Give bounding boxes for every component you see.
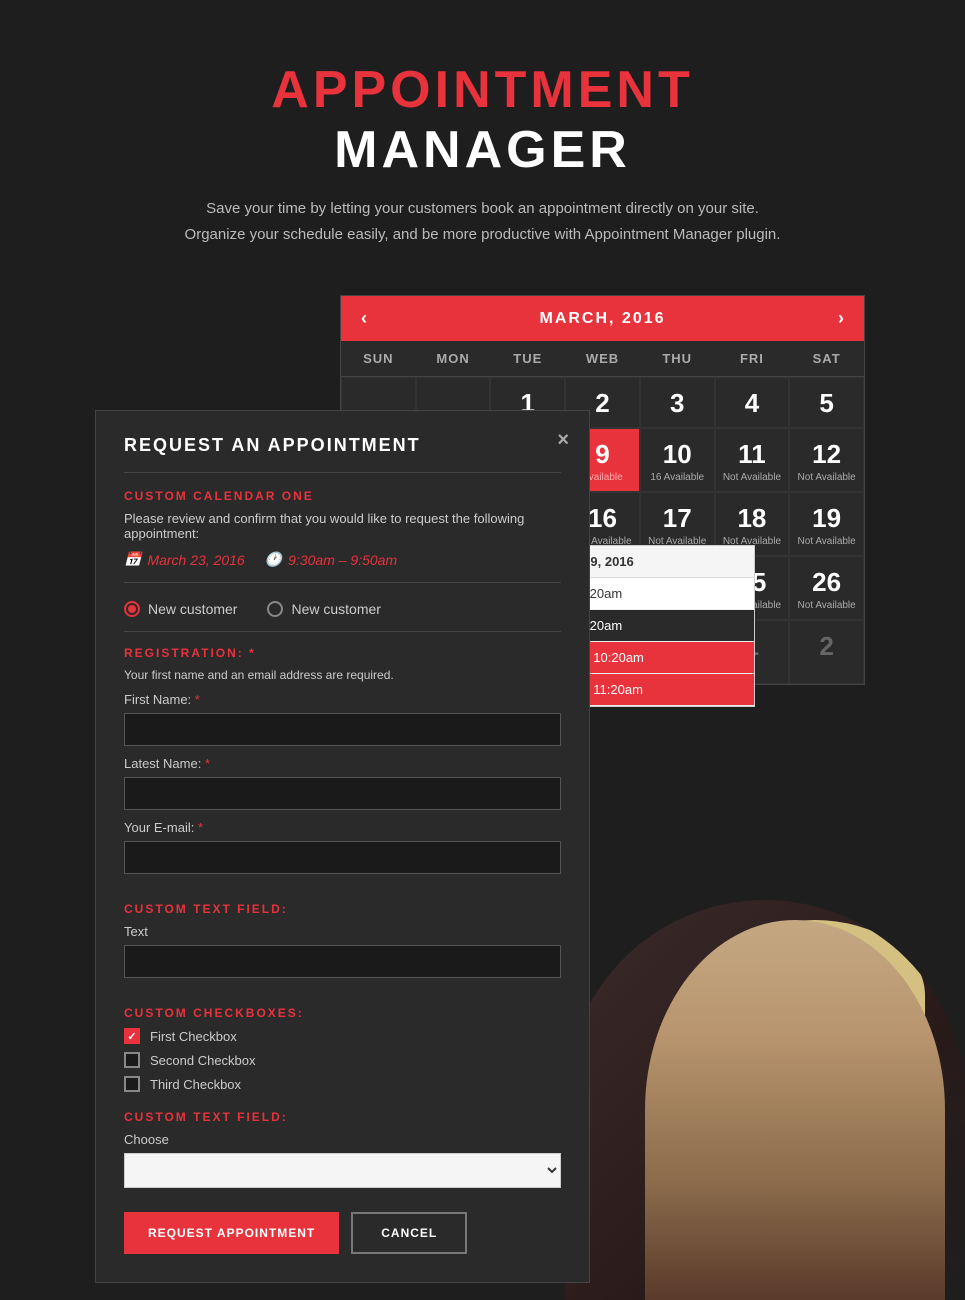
select-section-title: CUSTOM TEXT FIELD: [124, 1110, 561, 1124]
checkbox-label-1: First Checkbox [150, 1029, 237, 1044]
calendar-section-desc: Please review and confirm that you would… [124, 511, 561, 541]
day-sun: SUN [341, 341, 416, 376]
registration-section: REGISTRATION: * Your first name and an e… [124, 646, 561, 884]
request-appointment-button[interactable]: REQUEST APPOINTMENT [124, 1212, 339, 1254]
select-section: CUSTOM TEXT FIELD: Choose Option 1 Optio… [124, 1110, 561, 1188]
appointment-modal: REQUEST AN APPOINTMENT × CUSTOM CALENDAR… [95, 410, 590, 1283]
custom-text-input[interactable] [124, 945, 561, 978]
checkboxes-section: CUSTOM CHECKBOXES: First Checkbox Second… [124, 1006, 561, 1092]
checkbox-2[interactable] [124, 1052, 140, 1068]
email-label: Your E-mail: * [124, 820, 561, 835]
radio-btn-2[interactable] [267, 601, 283, 617]
last-name-input[interactable] [124, 777, 561, 810]
custom-select[interactable]: Option 1 Option 2 Option 3 [124, 1153, 561, 1188]
calendar-icon: 📅 [124, 551, 141, 568]
select-field-label: Choose [124, 1132, 561, 1147]
calendar-cell[interactable]: 2 [789, 620, 864, 684]
radio-new-customer-2[interactable]: New customer [267, 601, 380, 617]
calendar-cell[interactable]: 19Not Available [789, 492, 864, 556]
first-name-label: First Name: * [124, 692, 561, 707]
modal-title: REQUEST AN APPOINTMENT [124, 435, 561, 473]
appointment-date: 📅 March 23, 2016 [124, 551, 245, 568]
person-body [645, 920, 945, 1300]
checkbox-1[interactable] [124, 1028, 140, 1044]
calendar-month-label: MARCH, 2016 [539, 310, 665, 328]
calendar-cell[interactable]: 3 [640, 377, 715, 428]
checkbox-item-3[interactable]: Third Checkbox [124, 1076, 561, 1092]
checkbox-label-3: Third Checkbox [150, 1077, 241, 1092]
title-manager: MANAGER [334, 121, 631, 179]
last-name-label: Latest Name: * [124, 756, 561, 771]
custom-text-section: CUSTOM TEXT FIELD: Text [124, 902, 561, 988]
calendar-cell[interactable]: 26Not Available [789, 556, 864, 620]
calendar-cell[interactable]: 1016 Available [640, 428, 715, 492]
calendar-header: ‹ MARCH, 2016 › [341, 296, 864, 341]
day-wed: WEB [565, 341, 640, 376]
calendar-section-title: CUSTOM CALENDAR ONE [124, 489, 561, 503]
radio-new-customer-1[interactable]: New customer [124, 601, 237, 617]
radio-btn-1[interactable] [124, 601, 140, 617]
checkbox-3[interactable] [124, 1076, 140, 1092]
checkbox-label-2: Second Checkbox [150, 1053, 256, 1068]
background-person [565, 900, 965, 1300]
first-name-input[interactable] [124, 713, 561, 746]
page-header: APPOINTMENT MANAGER Save your time by le… [0, 0, 965, 277]
registration-note: Your first name and an email address are… [124, 668, 561, 682]
day-thu: THU [640, 341, 715, 376]
registration-section-title: REGISTRATION: * [124, 646, 561, 660]
calendar-cell[interactable]: 5 [789, 377, 864, 428]
calendar-cell[interactable]: 12Not Available [789, 428, 864, 492]
title-appointment: APPOINTMENT [271, 61, 693, 119]
checkboxes-section-title: CUSTOM CHECKBOXES: [124, 1006, 561, 1020]
cancel-button[interactable]: CANCEL [351, 1212, 467, 1254]
checkbox-item-2[interactable]: Second Checkbox [124, 1052, 561, 1068]
day-tue: TUE [490, 341, 565, 376]
appointment-time: 🕐 9:30am – 9:50am [265, 551, 397, 568]
calendar-days-header: SUN MON TUE WEB THU FRI SAT [341, 341, 864, 377]
modal-close-button[interactable]: × [557, 429, 569, 452]
header-subtitle: Save your time by letting your customers… [20, 196, 945, 247]
day-mon: MON [416, 341, 491, 376]
modal-footer: REQUEST APPOINTMENT CANCEL [124, 1208, 561, 1254]
appointment-info: 📅 March 23, 2016 🕐 9:30am – 9:50am [124, 551, 561, 583]
custom-text-section-title: CUSTOM TEXT FIELD: [124, 902, 561, 916]
calendar-next-button[interactable]: › [838, 308, 844, 329]
clock-icon: 🕐 [265, 551, 282, 568]
custom-text-field-label: Text [124, 924, 561, 939]
day-fri: FRI [715, 341, 790, 376]
calendar-cell[interactable]: 11Not Available [715, 428, 790, 492]
day-sat: SAT [789, 341, 864, 376]
email-input[interactable] [124, 841, 561, 874]
checkbox-item-1[interactable]: First Checkbox [124, 1028, 561, 1044]
calendar-section: CUSTOM CALENDAR ONE Please review and co… [124, 489, 561, 583]
customer-type-radio-group: New customer New customer [124, 601, 561, 632]
calendar-cell[interactable]: 4 [715, 377, 790, 428]
calendar-prev-button[interactable]: ‹ [361, 308, 367, 329]
